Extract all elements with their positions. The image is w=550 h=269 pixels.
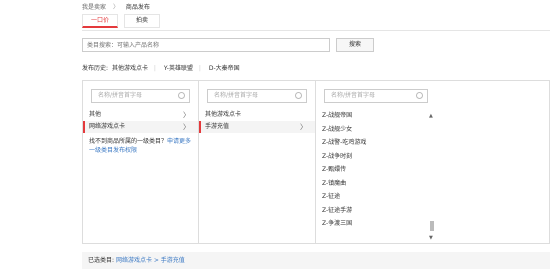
chevron-right-icon: 〉	[300, 123, 307, 131]
category-item-label: 网络游戏点卡	[89, 123, 126, 130]
category-item[interactable]: Z-战争时刻	[316, 150, 436, 164]
history-item[interactable]: D-大秦帝国	[209, 65, 240, 72]
category-item-label: 手游充值	[205, 123, 230, 130]
selected-category-bar: 已选类目: 网络游戏点卡 > 手游充值	[82, 252, 550, 269]
category-item-label: 其他	[89, 111, 102, 118]
column-search-input[interactable]: 名称/拼音首字母	[324, 89, 428, 103]
breadcrumb-home[interactable]: 我是卖家	[82, 4, 106, 11]
search-icon	[178, 92, 185, 99]
category-item[interactable]: Z-争渡三国	[316, 217, 436, 231]
breadcrumb-separator: 〉	[112, 4, 119, 11]
category-column-level2: 名称/拼音首字母 其他游戏点卡 手游充值 〉	[199, 81, 316, 243]
tabs-divider	[82, 30, 550, 31]
search-icon	[416, 92, 423, 99]
category-item-label: 其他游戏点卡	[205, 111, 242, 118]
category-item-selected[interactable]: 手游充值 〉	[199, 121, 315, 133]
column-search-input[interactable]: 名称/拼音首字母	[207, 89, 307, 103]
category-item[interactable]: Z-战舰少女	[316, 123, 436, 137]
history-divider: |	[198, 65, 201, 72]
category-search-row: 搜索	[82, 38, 374, 52]
column-search-placeholder: 名称/拼音首字母	[331, 92, 376, 99]
history-item[interactable]: Y-英雄联盟	[164, 65, 193, 72]
category-item[interactable]: Z-战警-吃鸡游戏	[316, 136, 436, 150]
category-item[interactable]: Z-甄嬛传	[316, 163, 436, 177]
category-selector: 名称/拼音首字母 其他 〉 网络游戏点卡 〉 找不到商品所属的一级类目？申请更多…	[82, 80, 550, 244]
search-icon	[295, 92, 302, 99]
category-item-selected[interactable]: 网络游戏点卡 〉	[83, 121, 198, 133]
search-button[interactable]: 搜索	[336, 38, 374, 52]
breadcrumb-current: 商品发布	[125, 4, 150, 11]
history-item[interactable]: 其他游戏点卡	[112, 65, 148, 72]
missing-category-note: 找不到商品所属的一级类目？申请更多一级类目发布权限	[83, 133, 198, 155]
history-divider: |	[153, 65, 156, 72]
category-list: Z-战舰帝国 Z-战舰少女 Z-战警-吃鸡游戏 Z-战争时刻 Z-甄嬛传 Z-镇…	[316, 109, 436, 245]
history-label: 发布历史:	[82, 65, 109, 72]
column-search-input[interactable]: 名称/拼音首字母	[91, 89, 190, 103]
category-search-input[interactable]	[82, 38, 330, 52]
category-item[interactable]: Z-镇魔曲	[316, 177, 436, 191]
breadcrumb: 我是卖家 〉 商品发布	[82, 2, 150, 11]
selected-path: 网络游戏点卡 > 手游充值	[115, 257, 185, 264]
category-column-level1: 名称/拼音首字母 其他 〉 网络游戏点卡 〉 找不到商品所属的一级类目？申请更多…	[83, 81, 199, 243]
column-search-placeholder: 名称/拼音首字母	[214, 92, 259, 99]
tab-fixed-price[interactable]: 一口价	[82, 14, 118, 28]
category-item[interactable]: Z-战舰帝国	[316, 109, 436, 123]
category-item[interactable]: 其他游戏点卡	[199, 109, 315, 121]
chevron-right-icon: 〉	[183, 123, 190, 131]
tab-auction[interactable]: 拍卖	[124, 14, 160, 28]
publish-tabs: 一口价 拍卖	[82, 14, 166, 28]
category-column-level3: 名称/拼音首字母 Z-战舰帝国 Z-战舰少女 Z-战警-吃鸡游戏 Z-战争时刻 …	[316, 81, 436, 243]
category-item[interactable]: Z-征途	[316, 190, 436, 204]
selected-label: 已选类目:	[88, 257, 115, 264]
category-item[interactable]: Z-征途手游	[316, 204, 436, 218]
scroll-up-icon[interactable]: ▲	[429, 113, 433, 119]
column-search-placeholder: 名称/拼音首字母	[98, 92, 143, 99]
scroll-down-icon[interactable]: ▼	[429, 235, 433, 241]
category-item[interactable]: 其他 〉	[83, 109, 198, 121]
publish-history: 发布历史: 其他游戏点卡 | Y-英雄联盟 | D-大秦帝国	[82, 63, 240, 72]
missing-category-text: 找不到商品所属的一级类目？	[89, 138, 168, 145]
scrollbar[interactable]: ▲ ▼	[428, 113, 436, 241]
scroll-thumb[interactable]	[430, 221, 434, 231]
chevron-right-icon: 〉	[183, 111, 190, 119]
